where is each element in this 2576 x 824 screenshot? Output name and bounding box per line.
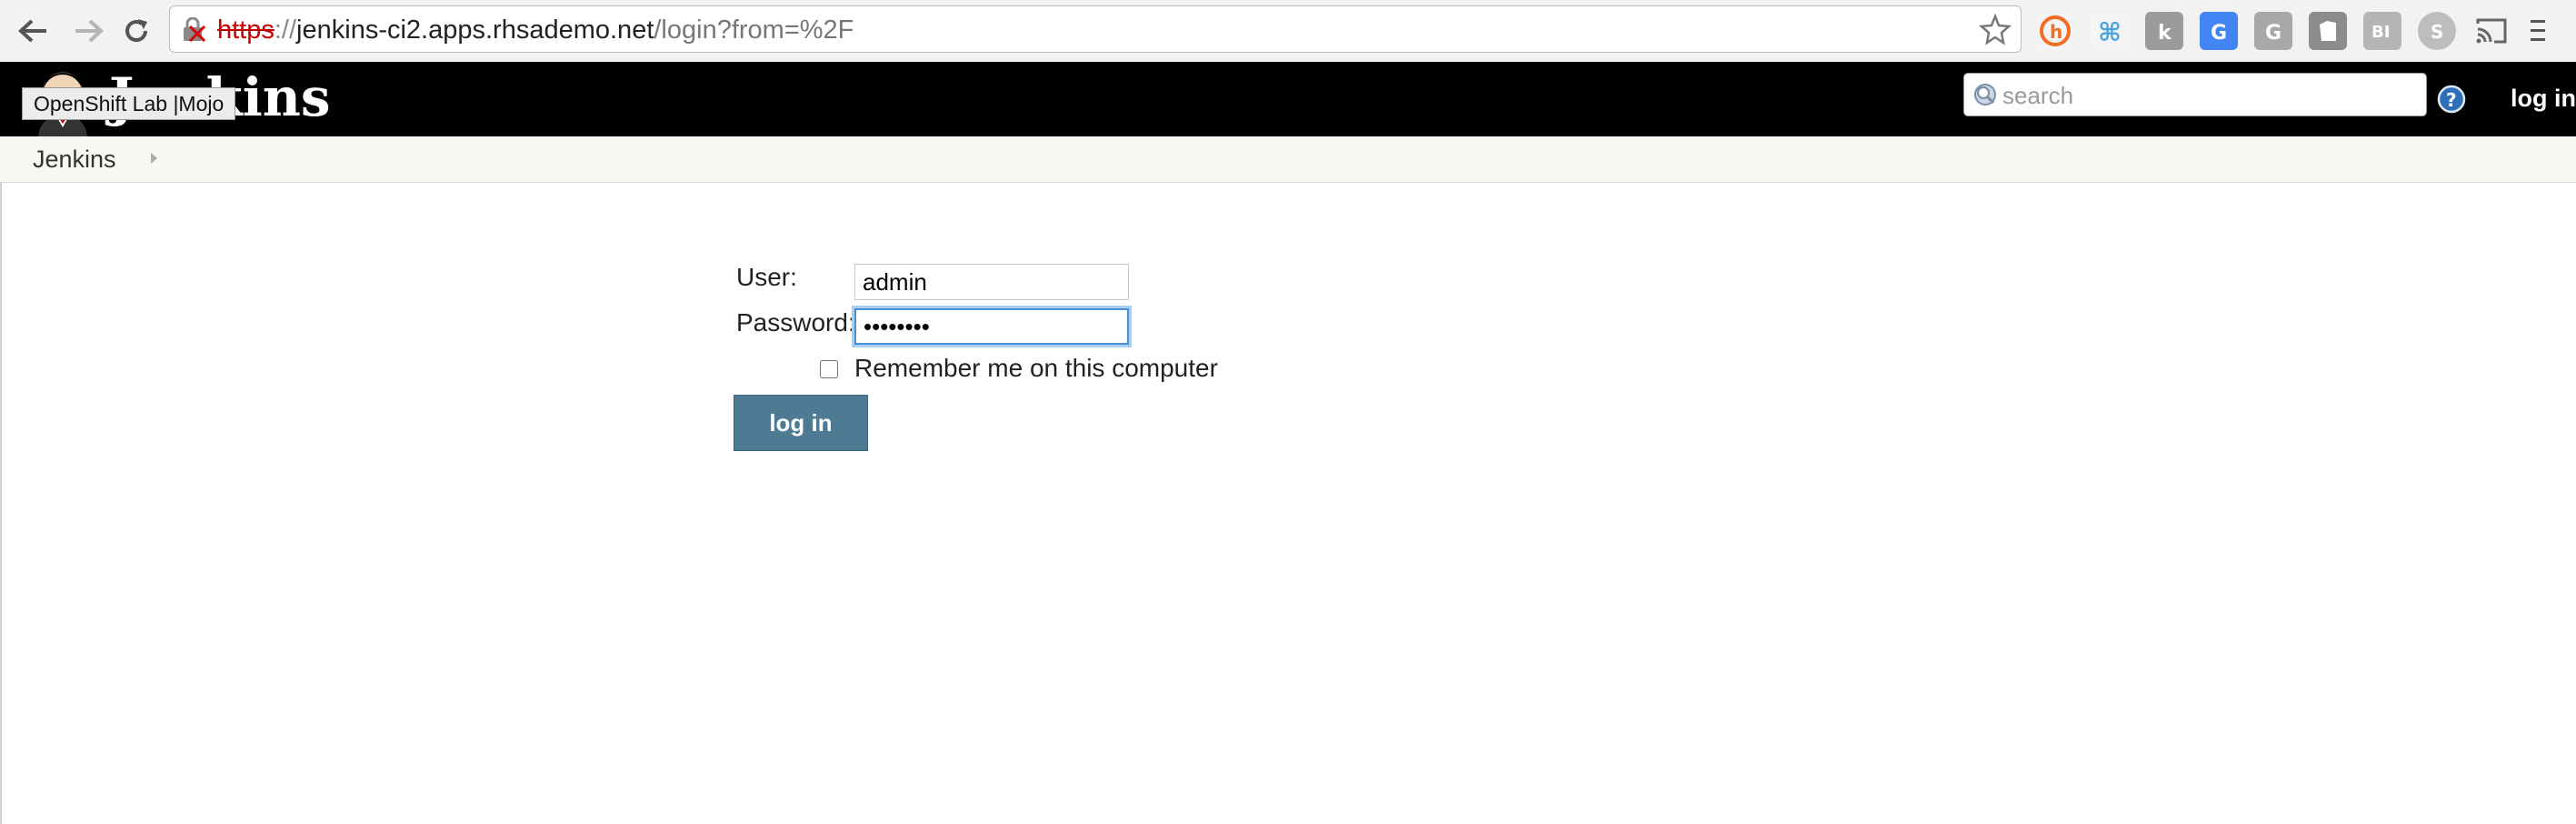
insecure-lock-icon[interactable] xyxy=(181,17,206,43)
command-icon[interactable]: ⌘ xyxy=(2091,12,2129,50)
bookmark-star-icon[interactable] xyxy=(1979,14,2012,46)
page-left-border xyxy=(0,182,2,824)
browser-toolbar: https://jenkins-ci2.apps.rhsademo.net/lo… xyxy=(0,0,2576,63)
search-box xyxy=(1963,73,2427,116)
svg-text:G: G xyxy=(2265,22,2281,45)
grammarly-icon[interactable]: G xyxy=(2254,12,2292,50)
k-icon[interactable]: k xyxy=(2145,12,2183,50)
back-button[interactable] xyxy=(13,13,53,49)
svg-text:k: k xyxy=(2158,22,2172,45)
reload-button[interactable] xyxy=(116,13,156,49)
breadcrumb-item-jenkins[interactable]: Jenkins xyxy=(33,145,116,174)
svg-text:BI: BI xyxy=(2371,23,2390,42)
search-input[interactable] xyxy=(2001,77,2422,114)
search-icon xyxy=(1974,84,1996,106)
forward-button[interactable] xyxy=(69,13,109,49)
bi-icon[interactable]: BI xyxy=(2363,12,2401,50)
url-text: https://jenkins-ci2.apps.rhsademo.net/lo… xyxy=(217,15,854,45)
svg-text:G: G xyxy=(2211,22,2227,45)
url-scheme: https xyxy=(217,15,275,45)
header-login-link[interactable]: log in xyxy=(2511,80,2576,116)
breadcrumb: Jenkins xyxy=(0,136,2576,183)
svg-text:S: S xyxy=(2431,21,2443,43)
address-bar[interactable]: https://jenkins-ci2.apps.rhsademo.net/lo… xyxy=(169,5,2022,53)
user-field[interactable] xyxy=(854,264,1129,300)
remember-me-checkbox[interactable] xyxy=(820,360,838,378)
svg-text:h: h xyxy=(2050,21,2062,43)
extensions-toolbar: h ⌘ k G G BI S xyxy=(2036,9,2545,53)
jenkins-header: Jenkins OpenShift Lab |Mojo ? log in xyxy=(0,62,2576,136)
evernote-icon[interactable] xyxy=(2309,12,2347,50)
reload-icon xyxy=(125,19,147,42)
google-translate-icon[interactable]: G xyxy=(2200,12,2238,50)
breadcrumb-arrow-icon[interactable] xyxy=(151,153,157,164)
menu-icon[interactable] xyxy=(2527,12,2545,50)
url-host: jenkins-ci2.apps.rhsademo.net xyxy=(296,15,654,45)
url-path: /login?from=%2F xyxy=(654,15,854,45)
svg-text:⌘: ⌘ xyxy=(2098,17,2122,47)
remember-me-label[interactable]: Remember me on this computer xyxy=(854,353,1218,384)
honey-icon[interactable]: h xyxy=(2036,12,2074,50)
help-icon[interactable]: ? xyxy=(2436,84,2467,115)
cast-icon[interactable] xyxy=(2472,12,2511,50)
tooltip: OpenShift Lab |Mojo xyxy=(22,87,236,120)
url-separator: :// xyxy=(274,15,297,45)
svg-text:?: ? xyxy=(2446,89,2457,111)
user-label: User: xyxy=(736,263,797,291)
back-arrow-icon xyxy=(18,19,46,43)
forward-arrow-icon xyxy=(75,19,104,43)
login-button[interactable]: log in xyxy=(734,395,868,451)
skype-icon[interactable]: S xyxy=(2418,12,2456,50)
password-field[interactable] xyxy=(854,308,1129,345)
password-label: Password: xyxy=(736,308,855,337)
